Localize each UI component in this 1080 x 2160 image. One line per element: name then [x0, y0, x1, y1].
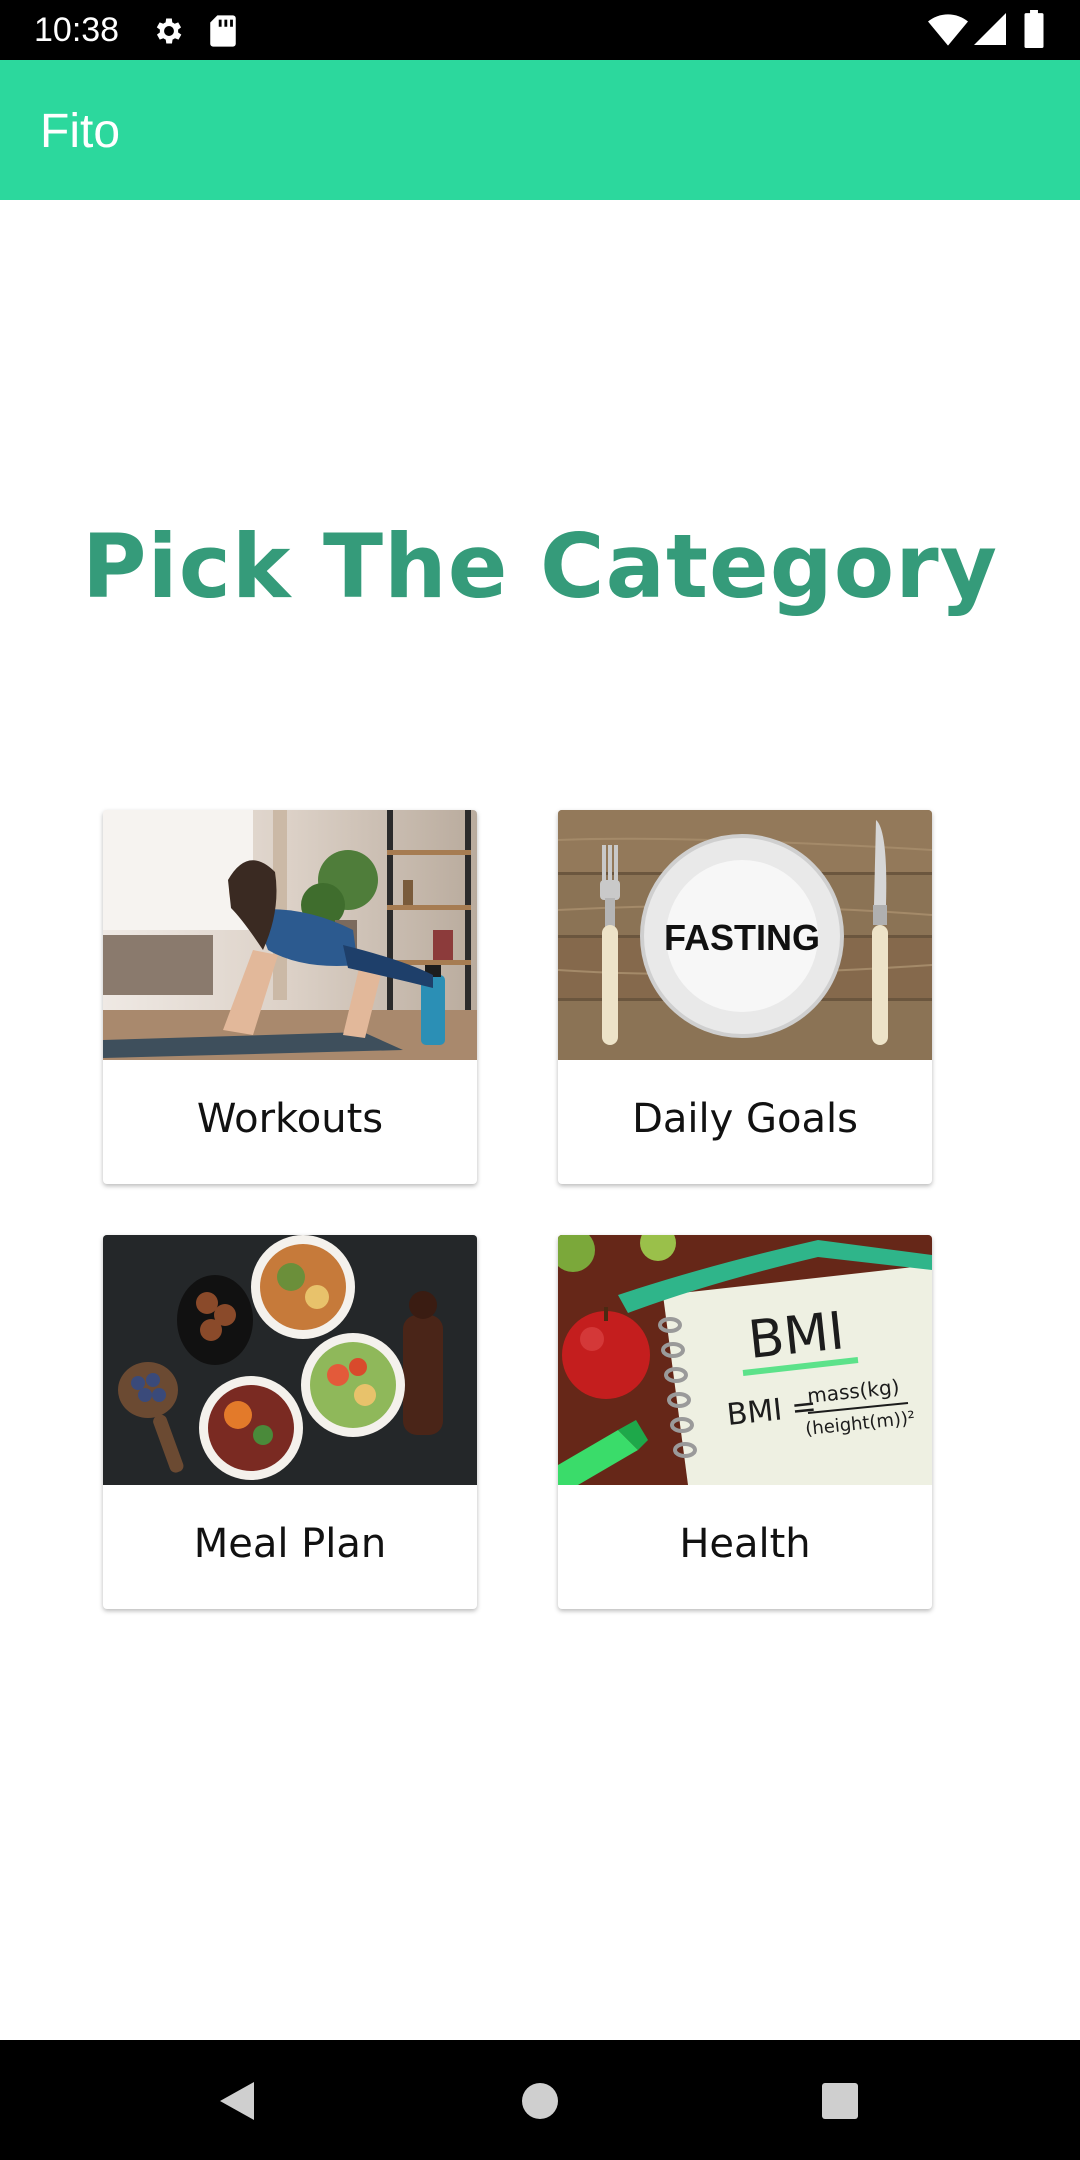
- fasting-plate-image: FASTING: [558, 810, 932, 1060]
- status-time: 10:38: [34, 11, 120, 49]
- category-label: Daily Goals: [632, 1096, 858, 1142]
- workouts-image: [103, 810, 477, 1060]
- category-card-workouts[interactable]: Workouts: [103, 810, 477, 1184]
- navigation-bar: [0, 2040, 1080, 2160]
- cell-signal-icon: [974, 12, 1006, 50]
- home-icon[interactable]: [521, 2082, 559, 2124]
- status-bar: 10:38: [0, 0, 1080, 60]
- plate-text: FASTING: [664, 917, 820, 958]
- wifi-icon: [928, 12, 968, 50]
- category-card-health[interactable]: BMI BMI = mass(kg) (height(m))² Health: [558, 1235, 932, 1609]
- battery-icon: [1024, 10, 1044, 52]
- category-label: Health: [679, 1521, 811, 1567]
- page-heading: Pick The Category: [82, 515, 998, 618]
- recents-icon[interactable]: [821, 2082, 859, 2124]
- category-card-daily-goals[interactable]: FASTING Daily Goals: [558, 810, 932, 1184]
- back-icon[interactable]: [218, 2080, 258, 2126]
- screen: 10:38 Fito Pick The Category Workouts FA…: [0, 0, 1080, 2160]
- app-bar: Fito: [0, 60, 1080, 200]
- app-title: Fito: [40, 105, 121, 158]
- gear-icon: [152, 14, 186, 52]
- category-card-meal-plan[interactable]: Meal Plan: [103, 1235, 477, 1609]
- sd-card-icon: [208, 14, 238, 52]
- meal-plan-image: [103, 1235, 477, 1485]
- category-label: Workouts: [196, 1096, 384, 1142]
- category-label: Meal Plan: [193, 1521, 387, 1567]
- bmi-notebook-image: BMI BMI = mass(kg) (height(m))²: [558, 1235, 932, 1485]
